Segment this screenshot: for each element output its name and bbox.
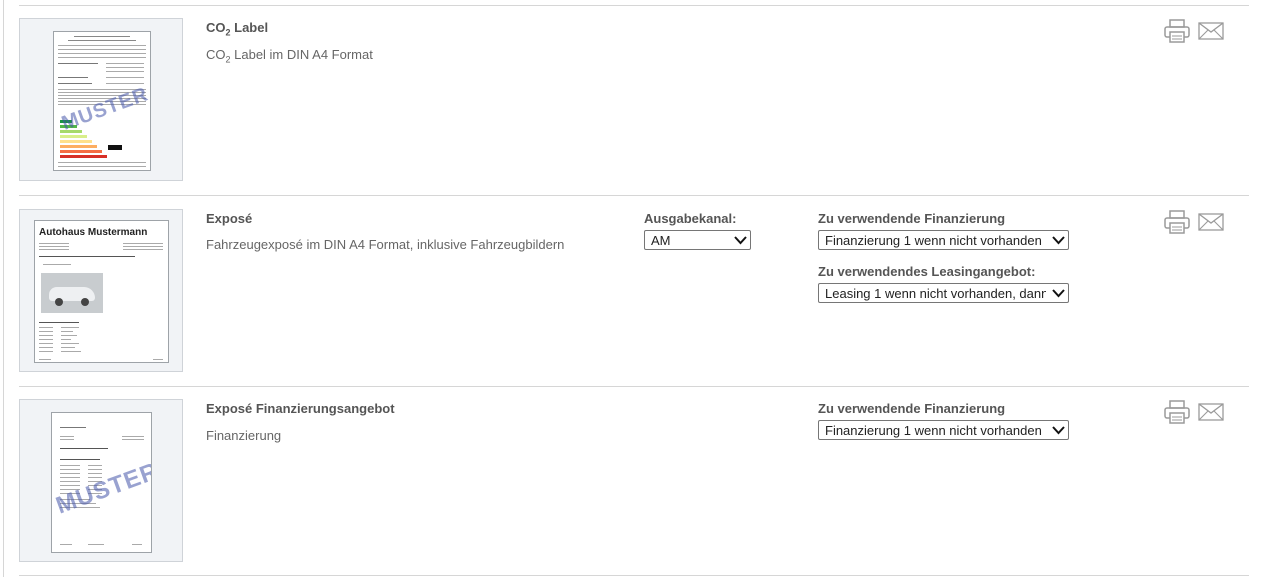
row-title: Exposé xyxy=(206,211,253,226)
financing-label: Zu verwendende Finanzierung xyxy=(818,401,1006,416)
document-preview: MUSTER xyxy=(51,412,152,553)
row-title: Exposé Finanzierungsangebot xyxy=(206,401,395,416)
divider xyxy=(19,386,1249,387)
document-preview: MUSTER xyxy=(53,31,151,171)
watermark: MUSTER xyxy=(52,457,152,520)
page-border-left xyxy=(3,0,4,577)
leasing-select[interactable]: Leasing 1 wenn nicht vorhanden, dann xyxy=(818,283,1069,303)
chevron-down-icon xyxy=(1052,289,1065,298)
energy-bar xyxy=(60,135,87,138)
row-title: CO2 Label xyxy=(206,20,269,38)
financing-label: Zu verwendende Finanzierung xyxy=(818,211,1006,226)
row-description: Fahrzeugexposé im DIN A4 Format, inklusi… xyxy=(206,237,565,252)
divider xyxy=(19,195,1249,196)
mail-icon[interactable] xyxy=(1198,213,1224,231)
printer-icon[interactable] xyxy=(1163,400,1191,424)
divider xyxy=(19,575,1249,576)
financing-select[interactable]: Finanzierung 1 wenn nicht vorhanden xyxy=(818,420,1069,440)
energy-indicator xyxy=(108,145,122,150)
output-channel-select[interactable]: AM xyxy=(644,230,751,250)
financing-select[interactable]: Finanzierung 1 wenn nicht vorhanden xyxy=(818,230,1069,250)
co2-label-thumbnail[interactable]: MUSTER xyxy=(19,18,183,181)
divider xyxy=(19,5,1249,6)
document-preview: Autohaus Mustermann xyxy=(34,220,169,363)
chevron-down-icon xyxy=(1052,426,1065,435)
row-description: CO2 Label im DIN A4 Format xyxy=(206,47,373,65)
chevron-down-icon xyxy=(1052,236,1065,245)
document-row-co2-label: MUSTER CO2 Label CO2 Label im DIN A4 For… xyxy=(19,17,1249,187)
output-channel-label: Ausgabekanal: xyxy=(644,211,737,226)
energy-bar xyxy=(60,150,102,153)
expose-thumbnail[interactable]: Autohaus Mustermann xyxy=(19,209,183,372)
energy-bar xyxy=(60,145,97,148)
row-description: Finanzierung xyxy=(206,428,282,443)
mail-icon[interactable] xyxy=(1198,403,1224,421)
leasing-label: Zu verwendendes Leasingangebot: xyxy=(818,264,1036,279)
energy-bar xyxy=(60,140,92,143)
financing-offer-thumbnail[interactable]: MUSTER xyxy=(19,399,183,562)
printer-icon[interactable] xyxy=(1163,19,1191,43)
chevron-down-icon xyxy=(734,236,747,245)
mail-icon[interactable] xyxy=(1198,22,1224,40)
document-heading: Autohaus Mustermann xyxy=(39,227,148,238)
document-row-expose: Autohaus Mustermann Exposé Fahrzeugexpos… xyxy=(19,208,1249,378)
document-row-financing-offer: MUSTER Exposé Finanzierungsangebot Finan… xyxy=(19,398,1249,568)
energy-bar xyxy=(60,155,107,158)
printer-icon[interactable] xyxy=(1163,210,1191,234)
car-image xyxy=(41,273,103,313)
